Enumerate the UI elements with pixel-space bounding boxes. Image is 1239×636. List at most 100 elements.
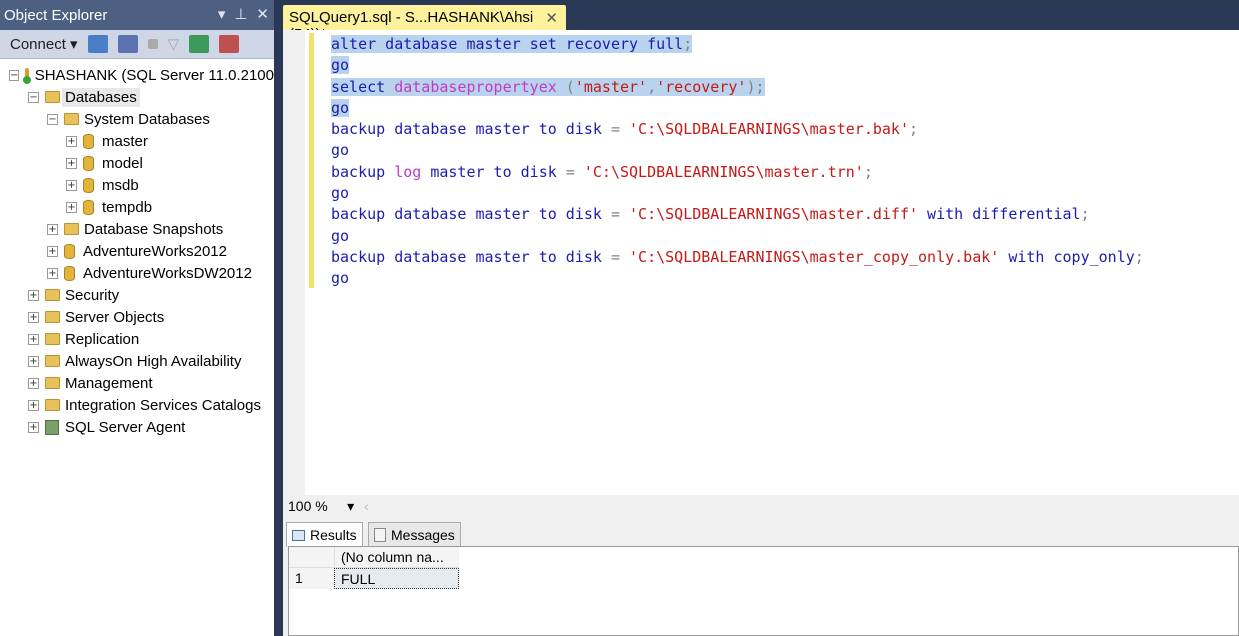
tab-results[interactable]: Results [286,522,363,547]
column-header[interactable]: (No column na... [334,547,459,568]
database-icon [64,243,75,259]
refresh-icon[interactable] [189,35,210,53]
folder-icon [45,91,60,103]
code-line: alter database master set recovery full; [331,34,1144,55]
tree-node-label: model [102,154,143,172]
expand-icon[interactable]: + [47,223,58,235]
tree-node[interactable]: + AdventureWorks2012 [0,240,274,262]
object-explorer-panel: Object Explorer ▾ ⊥ ✕ Connect ▾ ▽ − SHASHAN… [0,0,276,636]
query-editor[interactable]: alter database master set recovery full;… [283,30,1239,495]
expand-icon[interactable]: + [28,399,39,411]
code-token: log [394,162,422,181]
code-token: backup database master to disk [331,205,611,224]
code-line: go [331,55,1144,76]
query-tab[interactable]: SQLQuery1.sql - S...HASHANK\Ahsi (54))* … [283,5,566,43]
code-line: go [331,98,1144,119]
close-icon[interactable]: ✕ [256,5,269,23]
code-token: 'C:\SQLDBALEARNINGS\master.diff' [629,205,919,224]
tree-node[interactable]: + Server Objects [0,306,274,328]
code-token: master to disk [421,162,566,181]
tree-node-label: SQL Server Agent [65,418,186,436]
object-explorer-title: Object Explorer [4,6,108,24]
dropdown-icon[interactable]: ▾ [218,5,226,23]
tree-node-label: Server Objects [65,308,165,326]
expand-icon[interactable]: + [28,377,39,389]
database-icon [83,155,94,171]
tree-node[interactable]: + model [0,152,274,174]
folder-icon [45,311,60,323]
tree-node-label: tempdb [102,198,153,216]
code-token: ; [1080,205,1090,224]
row-number[interactable]: 1 [289,568,334,589]
expand-icon[interactable]: + [47,245,58,257]
code-token: , [647,77,657,96]
zoom-select[interactable]: 100 % ▾ [288,498,358,514]
expand-icon[interactable]: + [28,289,39,301]
result-cell[interactable]: FULL [334,568,459,589]
expand-icon[interactable]: + [66,179,77,191]
collapse-icon[interactable]: − [47,113,58,125]
pin-icon[interactable]: ⊥ [234,5,247,23]
collapse-icon[interactable]: − [28,91,39,103]
summary-icon[interactable] [219,35,240,53]
expand-icon[interactable]: + [28,421,39,433]
code-token: go [331,184,350,203]
code-token: = [610,120,630,139]
connect-server-icon[interactable] [87,35,108,53]
code-token: 'C:\SQLDBALEARNINGS\master.trn' [583,162,864,181]
tree-node-label: Replication [65,330,140,348]
database-icon [83,133,94,149]
tree-node[interactable]: + master [0,130,274,152]
folder-icon [64,223,79,235]
code-line: go [331,268,1144,289]
close-tab-icon[interactable]: ✕ [545,9,558,27]
code-line: go [331,140,1144,161]
tree-node[interactable]: + msdb [0,174,274,196]
collapse-icon[interactable]: − [9,69,20,81]
tree-node[interactable]: + Integration Services Catalogs [0,394,274,416]
scroll-left-icon[interactable]: ‹ [364,498,369,514]
tree-node[interactable]: + AlwaysOn High Availability [0,350,274,372]
expand-icon[interactable]: + [28,333,39,345]
expand-icon[interactable]: + [66,201,77,213]
expand-icon[interactable]: + [66,135,77,147]
tree-node[interactable]: − Databases [0,86,274,108]
code-token: = [610,247,630,266]
tree-node[interactable]: + Database Snapshots [0,218,274,240]
code-token: 'C:\SQLDBALEARNINGS\master_copy_only.bak… [629,247,1000,266]
code-token: = [565,162,584,181]
expand-icon[interactable]: + [66,157,77,169]
expand-icon[interactable]: + [28,311,39,323]
results-pane: Results Messages (No column na... 1 FULL [283,517,1239,636]
tree-node[interactable]: + Security [0,284,274,306]
filter-icon[interactable]: ▽ [168,35,180,53]
tree-node[interactable]: + tempdb [0,196,274,218]
code-token: 'master' [574,77,648,96]
zoom-level: 100 % [288,498,328,514]
server-icon [22,67,32,84]
tree-node[interactable]: + SQL Server Agent [0,416,274,438]
tree-node[interactable]: + Management [0,372,274,394]
tree-node-label: SHASHANK (SQL Server 11.0.2100 [34,66,274,84]
code-token: backup database master to disk [331,120,611,139]
connect-button[interactable]: Connect ▾ [10,35,78,53]
code-token: backup database master to disk [331,247,611,266]
database-icon [83,177,94,193]
tree-node[interactable]: + AdventureWorksDW2012 [0,262,274,284]
tree-node-label: Security [65,286,120,304]
stop-icon[interactable] [147,39,158,49]
folder-icon [45,399,60,411]
tree-node-label: msdb [102,176,139,194]
tree-node[interactable]: + Replication [0,328,274,350]
expand-icon[interactable]: + [28,355,39,367]
connect-label: Connect [10,36,66,53]
tree-node[interactable]: − System Databases [0,108,274,130]
code-token: alter database master set recovery full [331,35,684,53]
code-area[interactable]: alter database master set recovery full;… [331,34,1144,290]
tab-messages[interactable]: Messages [368,522,461,546]
expand-icon[interactable]: + [47,267,58,279]
tree-node[interactable]: − SHASHANK (SQL Server 11.0.2100 [0,64,274,86]
disconnect-icon[interactable] [117,35,138,53]
code-token: ; [863,162,873,181]
tree-node-label: Management [65,374,153,392]
